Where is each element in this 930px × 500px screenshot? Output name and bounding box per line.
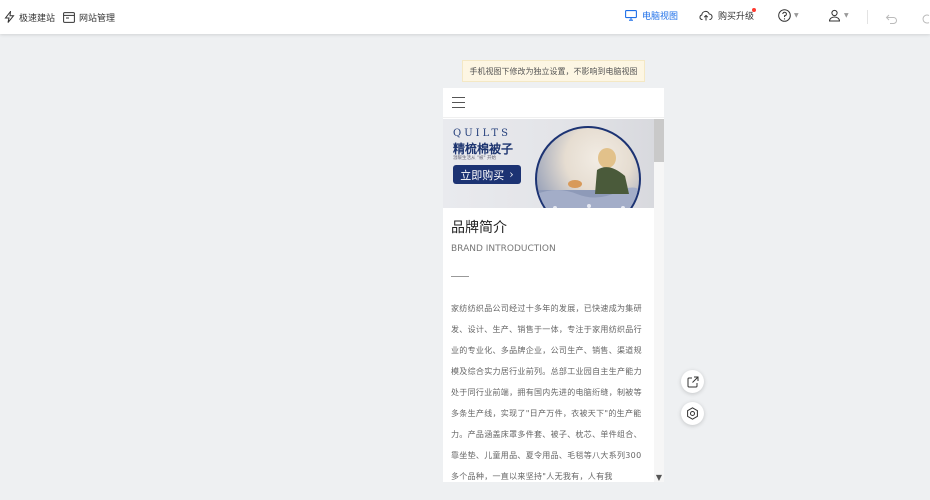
window-icon bbox=[63, 11, 75, 23]
site-manage-label: 网站管理 bbox=[79, 13, 116, 24]
monitor-icon bbox=[625, 10, 637, 21]
cloud-upload-icon bbox=[699, 10, 713, 21]
user-icon bbox=[828, 9, 841, 22]
help-menu[interactable]: ▼ bbox=[778, 9, 799, 22]
undo-button[interactable] bbox=[885, 10, 898, 29]
mobile-scrollbar-thumb[interactable] bbox=[654, 119, 664, 162]
banner-photo bbox=[535, 126, 641, 208]
hamburger-icon[interactable] bbox=[452, 97, 465, 108]
banner-title-en: QUILTS bbox=[453, 128, 511, 139]
mobile-header bbox=[443, 88, 664, 118]
top-toolbar: 极速建站 网站管理 电脑视图 购买升级 ▼ ▼ bbox=[0, 0, 930, 34]
user-menu[interactable]: ▼ bbox=[828, 9, 849, 22]
chevron-down-icon: ▼ bbox=[794, 12, 799, 19]
buy-now-label: 立即购买 bbox=[460, 168, 505, 182]
redo-button[interactable] bbox=[920, 10, 930, 29]
divider bbox=[451, 276, 469, 277]
brand-intro-title: 品牌简介 bbox=[451, 220, 507, 236]
toolbar-divider bbox=[867, 10, 868, 24]
share-icon bbox=[687, 376, 698, 387]
brand-intro-text: 家纺纺织品公司经过十多年的发展，已快速成为集研发、设计、生产、销售于一体，专注于… bbox=[451, 304, 642, 481]
quick-build-label: 极速建站 bbox=[19, 13, 56, 24]
chevron-right-icon: › bbox=[509, 168, 514, 181]
mobile-preview-frame: QUILTS 精梳棉被子 温暖生活从 "被" 开始 立即购买 › 品牌简介 BR… bbox=[443, 88, 664, 482]
chevron-down-icon: ▼ bbox=[844, 12, 849, 19]
share-button[interactable] bbox=[681, 370, 704, 393]
mobile-scrollbar[interactable] bbox=[654, 119, 664, 482]
redo-icon bbox=[922, 14, 930, 24]
brand-intro-subtitle: BRAND INTRODUCTION bbox=[451, 244, 556, 254]
buy-upgrade-label: 购买升级 bbox=[718, 12, 755, 22]
chevron-down-icon[interactable]: ▼ bbox=[654, 472, 664, 482]
pc-view-label: 电脑视图 bbox=[642, 12, 679, 22]
pc-view-button[interactable]: 电脑视图 bbox=[625, 9, 678, 22]
settings-button[interactable] bbox=[681, 402, 704, 425]
notification-badge bbox=[752, 8, 756, 12]
buy-upgrade-button[interactable]: 购买升级 bbox=[699, 9, 754, 22]
lightning-icon bbox=[4, 11, 15, 23]
buy-now-button[interactable]: 立即购买 › bbox=[453, 165, 521, 184]
banner-subtitle: 温暖生活从 "被" 开始 bbox=[453, 156, 496, 161]
quick-build-button[interactable]: 极速建站 bbox=[4, 11, 55, 24]
site-manage-button[interactable]: 网站管理 bbox=[63, 11, 115, 24]
product-banner[interactable]: QUILTS 精梳棉被子 温暖生活从 "被" 开始 立即购买 › bbox=[443, 119, 654, 208]
mobile-view-notice: 手机视图下修改为独立设置，不影响到电脑视图 bbox=[462, 60, 645, 82]
question-circle-icon bbox=[778, 9, 791, 22]
undo-icon bbox=[885, 14, 897, 24]
gear-icon bbox=[687, 407, 698, 420]
